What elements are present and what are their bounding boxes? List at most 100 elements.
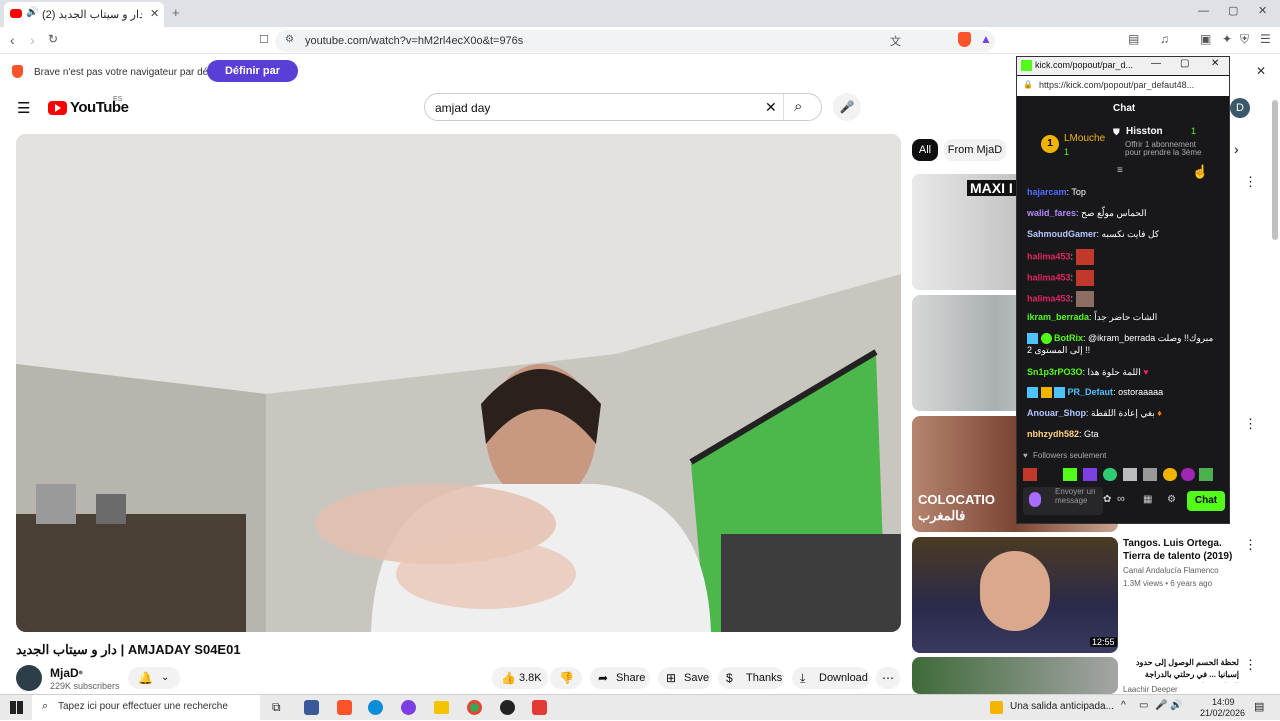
- media-icon[interactable]: ♫: [1160, 32, 1169, 46]
- filter-icon[interactable]: ≡: [1117, 165, 1123, 176]
- emote-picker-icon[interactable]: ✿: [1103, 494, 1111, 505]
- emote-bar[interactable]: [1023, 466, 1221, 482]
- infinity-icon[interactable]: ∞: [1117, 493, 1125, 505]
- explorer-taskbar-icon[interactable]: [434, 701, 449, 714]
- new-tab-icon[interactable]: +: [172, 5, 180, 20]
- clear-search-icon[interactable]: ✕: [765, 99, 777, 116]
- recommendation-thumbnail[interactable]: [912, 657, 1118, 694]
- chat-username[interactable]: SahmoudGamer: [1027, 229, 1097, 239]
- discord-taskbar-icon[interactable]: [401, 700, 416, 715]
- chat-username[interactable]: halima453: [1027, 272, 1071, 282]
- video-options-icon[interactable]: ⋮: [1244, 537, 1257, 553]
- chat-username[interactable]: halima453: [1027, 251, 1071, 261]
- video-options-icon[interactable]: ⋮: [1244, 174, 1257, 190]
- emote-icon[interactable]: [1143, 468, 1157, 481]
- obs-taskbar-icon[interactable]: [500, 700, 515, 715]
- close-window-icon[interactable]: ✕: [1258, 4, 1267, 17]
- chat-username[interactable]: hajarcam: [1027, 187, 1067, 197]
- translate-icon[interactable]: 文: [890, 33, 901, 49]
- maximize-window-icon[interactable]: ▢: [1228, 4, 1238, 17]
- set-default-button[interactable]: Définir par défaut: [207, 60, 298, 99]
- chips-next-icon[interactable]: ›: [1234, 141, 1239, 157]
- like-button[interactable]: 👍 3.8K: [492, 667, 548, 689]
- close-bar-icon[interactable]: ✕: [1256, 64, 1266, 78]
- dislike-button[interactable]: 👎: [550, 667, 582, 689]
- brave-taskbar-icon[interactable]: [337, 700, 352, 715]
- recommendation-title[interactable]: Tangos. Luis Ortega. Tierra de talento (…: [1123, 537, 1239, 563]
- emote-icon[interactable]: [1181, 468, 1195, 481]
- recommendation-channel[interactable]: Laachir Deeper: [1123, 685, 1178, 694]
- url-field[interactable]: ⚙ youtube.com/watch?v=hM2rl4ecX0o&t=976s: [275, 30, 995, 52]
- emote-icon[interactable]: [1199, 468, 1213, 481]
- edge-taskbar-icon[interactable]: [368, 700, 383, 715]
- chat-username[interactable]: walid_fares: [1027, 208, 1076, 218]
- settings-gear-icon[interactable]: ⚙: [1167, 494, 1176, 505]
- pinned-user-name[interactable]: Hisston: [1126, 126, 1163, 137]
- chat-username[interactable]: ikram_berrada: [1027, 312, 1089, 322]
- network-icon[interactable]: ▭: [1139, 700, 1148, 711]
- kick-minimize-icon[interactable]: —: [1151, 58, 1161, 69]
- channel-name[interactable]: MjaD: [50, 666, 79, 680]
- voice-search-icon[interactable]: 🎤: [833, 93, 861, 121]
- video-options-icon[interactable]: ⋮: [1244, 416, 1257, 432]
- channel-avatar[interactable]: [16, 665, 42, 691]
- emote-icon[interactable]: [1063, 468, 1077, 481]
- news-widget-text[interactable]: Una salida anticipada...: [1010, 701, 1114, 712]
- reload-icon[interactable]: ↻: [48, 32, 58, 46]
- app-icon[interactable]: [304, 700, 319, 715]
- chat-input[interactable]: Envoyer un message: [1023, 487, 1103, 515]
- close-tab-icon[interactable]: ✕: [150, 7, 159, 20]
- mic-icon[interactable]: [1029, 492, 1041, 507]
- forward-icon[interactable]: ›: [30, 32, 35, 48]
- chip-from-channel[interactable]: From MjaD: [944, 139, 1006, 161]
- recommendation-thumbnail[interactable]: 12:55: [912, 537, 1118, 653]
- video-player[interactable]: [16, 134, 901, 632]
- kick-close-icon[interactable]: ✕: [1211, 58, 1219, 69]
- emote-icon[interactable]: [1103, 468, 1117, 481]
- speaker-icon[interactable]: 🔊: [26, 7, 38, 18]
- search-input[interactable]: amjad day ✕ ⌕: [424, 93, 822, 121]
- gifter-name[interactable]: LMouche: [1064, 133, 1105, 144]
- volume-icon[interactable]: 🔊: [1170, 700, 1182, 711]
- chrome-taskbar-icon[interactable]: [467, 700, 482, 715]
- brave-rewards-icon[interactable]: ▲: [980, 32, 992, 46]
- hamburger-menu-icon[interactable]: ☰: [17, 99, 30, 117]
- kick-maximize-icon[interactable]: ▢: [1180, 58, 1189, 69]
- app-red-taskbar-icon[interactable]: [532, 700, 547, 715]
- recommendation-channel[interactable]: Canal Andalucía Flamenco: [1123, 566, 1219, 575]
- chat-username[interactable]: halima453: [1027, 293, 1071, 303]
- kick-url-bar[interactable]: 🔒 https://kick.com/popout/par_defaut48..…: [1017, 76, 1229, 96]
- news-widget-icon[interactable]: [990, 701, 1003, 714]
- clock-date[interactable]: 21/02/2026: [1200, 708, 1245, 718]
- browser-tab[interactable]: 🔊 (2) دار و سيتاب الجديد | YouTube ✕: [4, 2, 164, 27]
- send-chat-button[interactable]: Chat: [1187, 491, 1225, 511]
- emote-icon[interactable]: [1083, 468, 1097, 481]
- notifications-button[interactable]: 🔔 ⌄: [128, 667, 180, 689]
- bookmark-icon[interactable]: ☐: [259, 33, 269, 46]
- clock-time[interactable]: 14:09: [1212, 697, 1235, 707]
- menu-icon[interactable]: ☰: [1260, 32, 1271, 46]
- chip-all[interactable]: All: [912, 139, 938, 161]
- avatar[interactable]: D: [1230, 98, 1250, 118]
- taskbar-search-input[interactable]: ⌕ Tapez ici pour effectuer une recherche: [32, 695, 260, 721]
- download-button[interactable]: ⤓ Download: [792, 667, 870, 689]
- recommendation-title[interactable]: لحظة الحسم الوصول إلى حدود إسبانيا ... ف…: [1123, 657, 1239, 683]
- wallet-icon[interactable]: ▣: [1200, 32, 1211, 46]
- share-button[interactable]: ➦ Share: [590, 667, 650, 689]
- chat-username[interactable]: Sn1p3rPO3O: [1027, 367, 1083, 377]
- site-settings-icon[interactable]: ⚙: [285, 34, 294, 45]
- thanks-button[interactable]: $ Thanks: [718, 667, 784, 689]
- notifications-icon[interactable]: ▤: [1254, 700, 1264, 713]
- brave-shields-icon[interactable]: [958, 32, 971, 47]
- extensions-icon[interactable]: ✦: [1222, 32, 1232, 46]
- back-icon[interactable]: ‹: [10, 32, 15, 48]
- chat-username[interactable]: PR_Defaut: [1068, 387, 1114, 397]
- emote-icon[interactable]: [1123, 468, 1137, 481]
- task-view-icon[interactable]: ⧉: [272, 700, 281, 715]
- gift-icon[interactable]: ▦: [1143, 494, 1152, 505]
- minimize-window-icon[interactable]: —: [1198, 5, 1209, 17]
- video-options-icon[interactable]: ⋮: [1244, 657, 1257, 673]
- save-button[interactable]: ⊞ Save: [658, 667, 712, 689]
- tray-chevron-icon[interactable]: ^: [1121, 700, 1126, 711]
- start-windows-icon[interactable]: [10, 701, 23, 714]
